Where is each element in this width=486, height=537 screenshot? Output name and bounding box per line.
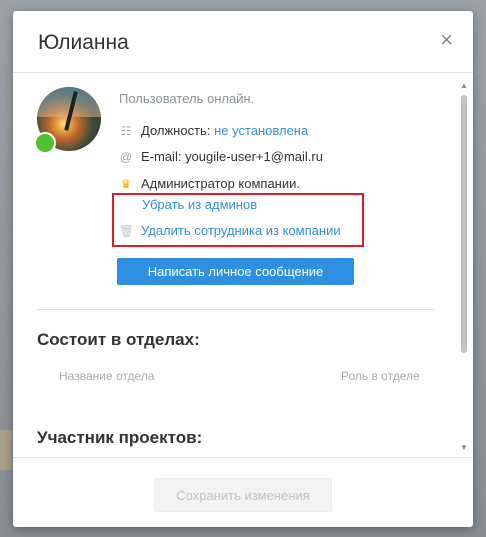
departments-title: Состоит в отделах: bbox=[37, 330, 200, 349]
scroll-down-icon[interactable]: ▼ bbox=[460, 443, 468, 452]
scrollbar-thumb[interactable] bbox=[461, 95, 467, 353]
close-icon[interactable]: × bbox=[440, 27, 453, 53]
department-role-column-header: Роль в отделе bbox=[341, 369, 420, 383]
department-name-column-header: Название отдела bbox=[59, 369, 155, 383]
email-row: @ E-mail: yougile-user+1@mail.ru bbox=[119, 149, 323, 164]
role-row: ♛ Администратор компании. bbox=[119, 176, 300, 191]
projects-title: Участник проектов: bbox=[37, 428, 203, 447]
position-row: ☷ Должность: не установлена bbox=[119, 123, 309, 138]
position-value-link[interactable]: не установлена bbox=[214, 123, 308, 138]
modal-footer: Сохранить изменения bbox=[13, 457, 473, 527]
background-fragment bbox=[0, 430, 12, 470]
online-status-indicator bbox=[34, 132, 56, 154]
at-icon: @ bbox=[119, 150, 133, 164]
email-label: E-mail: bbox=[141, 149, 182, 164]
user-profile-modal: Юлианна × Пользователь онлайн. ☷ Должност… bbox=[13, 11, 473, 527]
email-value: yougile-user+1@mail.ru bbox=[185, 149, 323, 164]
online-status-text: Пользователь онлайн. bbox=[119, 91, 255, 106]
divider bbox=[37, 309, 434, 310]
modal-title: Юлианна bbox=[38, 31, 129, 54]
modal-header: Юлианна × bbox=[13, 11, 473, 73]
position-label: Должность: bbox=[141, 123, 211, 138]
scrollbar[interactable]: ▲ ▼ bbox=[459, 77, 469, 455]
highlight-box bbox=[112, 193, 364, 247]
org-chart-icon: ☷ bbox=[120, 124, 132, 138]
send-message-button[interactable]: Написать личное сообщение bbox=[117, 258, 354, 285]
role-text: Администратор компании. bbox=[141, 176, 300, 191]
save-changes-button[interactable]: Сохранить изменения bbox=[154, 478, 332, 512]
crown-icon: ♛ bbox=[120, 177, 132, 191]
modal-body: Пользователь онлайн. ☷ Должность: не уста… bbox=[13, 73, 473, 459]
scroll-up-icon[interactable]: ▲ bbox=[460, 81, 468, 90]
